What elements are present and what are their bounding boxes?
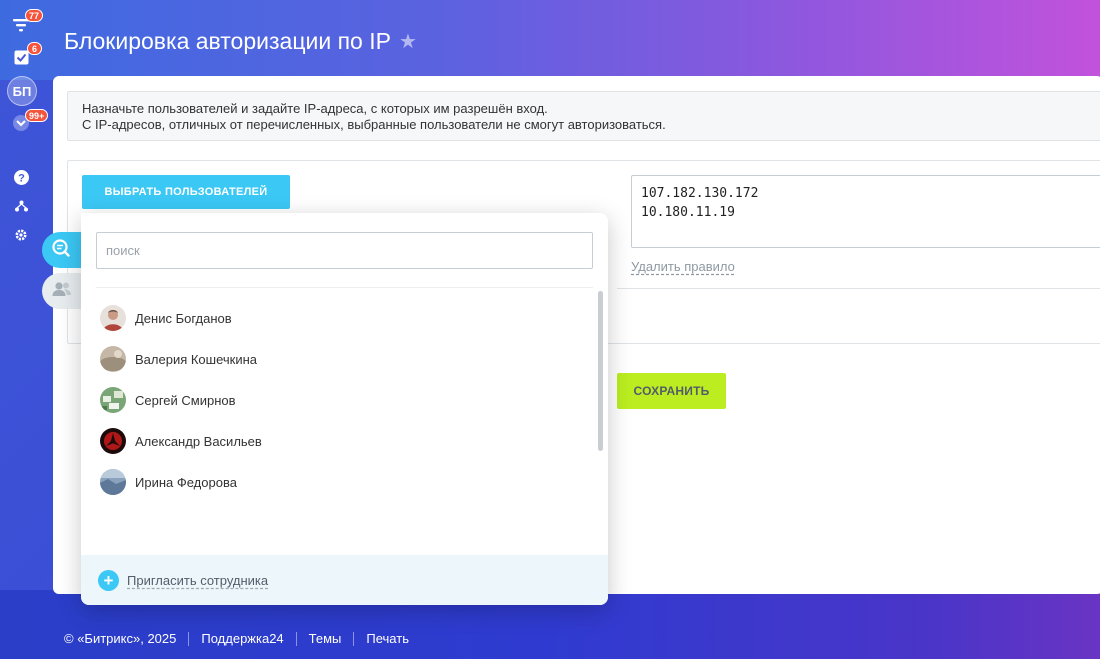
structure-icon[interactable]	[12, 197, 30, 215]
user-item[interactable]: Ирина Федорова	[100, 469, 237, 495]
gear-icon[interactable]	[12, 226, 30, 244]
rule-divider	[617, 288, 1100, 289]
save-button[interactable]: СОХРАНИТЬ	[617, 373, 726, 409]
tab-search[interactable]	[42, 232, 82, 268]
select-users-button[interactable]: ВЫБРАТЬ ПОЛЬЗОВАТЕЛЕЙ	[82, 175, 290, 209]
user-avatar[interactable]: БП	[7, 76, 37, 106]
footer-link-support[interactable]: Поддержка24	[201, 631, 283, 646]
user-name: Денис Богданов	[135, 310, 232, 326]
footer-copyright: © «Битрикс», 2025	[64, 631, 177, 646]
delete-rule-link[interactable]: Удалить правило	[631, 259, 735, 274]
tasks-badge: 6	[27, 42, 42, 55]
user-item[interactable]: Денис Богданов	[100, 305, 232, 331]
user-item[interactable]: Сергей Смирнов	[100, 387, 236, 413]
search-icon	[51, 238, 71, 263]
help-icon[interactable]: ?	[12, 168, 30, 186]
ip-addresses-textarea[interactable]: 107.182.130.172 10.180.11.19	[631, 175, 1100, 248]
avatar	[100, 387, 126, 413]
scrollbar[interactable]	[598, 291, 603, 451]
left-sidebar: 77 6 БП 99+ ?	[0, 0, 49, 659]
invite-bar[interactable]: + Пригласить сотрудника	[81, 555, 608, 605]
more-badge: 99+	[25, 109, 49, 122]
footer-separator	[188, 631, 190, 646]
tab-users[interactable]	[42, 273, 82, 309]
footer: © «Битрикс», 2025 Поддержка24 Темы Печат…	[64, 631, 409, 646]
info-line-1: Назначьте пользователей и задайте IP-адр…	[82, 101, 548, 116]
star-icon[interactable]: ★	[399, 29, 417, 54]
avatar	[100, 428, 126, 454]
page-title: Блокировка авторизации по IP ★	[64, 28, 417, 55]
page-title-text: Блокировка авторизации по IP	[64, 28, 391, 54]
info-line-2: С IP-адресов, отличных от перечисленных,…	[82, 117, 666, 132]
users-icon	[51, 280, 73, 303]
user-selector-popup: Денис Богданов Валерия Кошечкина Сергей …	[81, 213, 608, 605]
notifications-badge: 77	[25, 9, 44, 22]
popup-divider	[96, 287, 593, 288]
search-input[interactable]	[96, 232, 593, 269]
footer-link-themes[interactable]: Темы	[309, 631, 342, 646]
user-name: Сергей Смирнов	[135, 392, 236, 408]
user-name: Ирина Федорова	[135, 474, 237, 490]
avatar	[100, 305, 126, 331]
invite-employee-link[interactable]: Пригласить сотрудника	[127, 573, 268, 588]
user-name: Александр Васильев	[135, 433, 262, 449]
footer-link-print[interactable]: Печать	[366, 631, 409, 646]
svg-text:?: ?	[18, 172, 25, 184]
user-name: Валерия Кошечкина	[135, 351, 258, 367]
info-box: Назначьте пользователей и задайте IP-адр…	[67, 91, 1100, 141]
avatar	[100, 469, 126, 495]
user-item[interactable]: Валерия Кошечкина	[100, 346, 257, 372]
footer-separator	[295, 631, 297, 646]
plus-icon[interactable]: +	[98, 569, 119, 591]
user-item[interactable]: Александр Васильев	[100, 428, 262, 454]
avatar	[100, 346, 126, 372]
footer-separator	[353, 631, 355, 646]
